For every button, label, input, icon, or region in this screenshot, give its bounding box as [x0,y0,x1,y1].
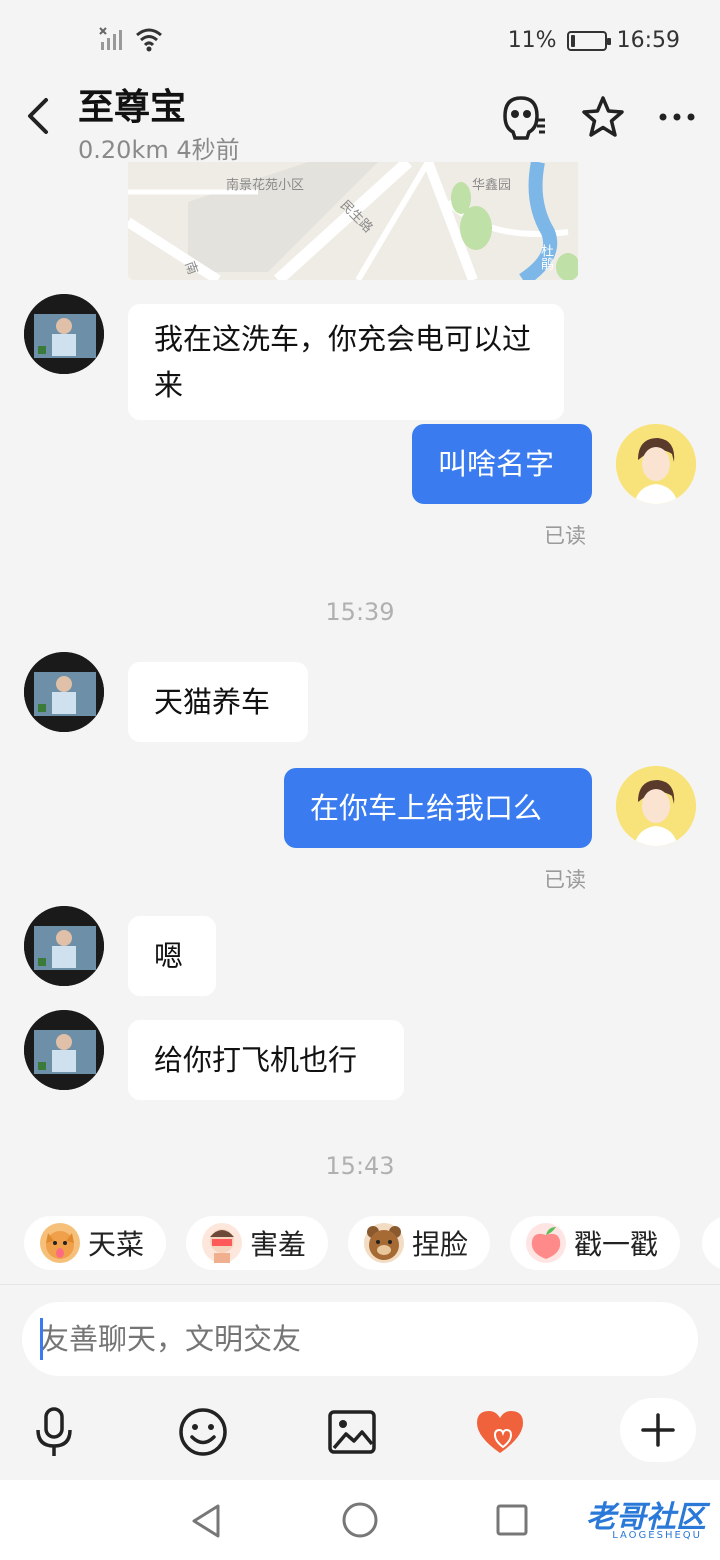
triangle-back-icon [192,1504,220,1538]
my-avatar-image [616,424,696,504]
clock: 16:59 [616,28,680,53]
signal-status [98,26,164,52]
nav-back-button[interactable] [188,1502,224,1544]
message-bubble-received[interactable]: 给你打飞机也行 [128,1020,404,1100]
microphone-icon [36,1407,72,1456]
favorite-button[interactable] [578,92,628,142]
quick-reply-label: 害羞 [250,1228,307,1261]
map-label: 华鑫园 [472,178,512,193]
nav-recents-button[interactable] [494,1502,530,1542]
ghost-button[interactable] [498,92,548,142]
voice-button[interactable] [26,1404,82,1460]
contact-avatar[interactable] [24,906,104,986]
status-right: 11% 16:59 [508,28,680,53]
peach-emoji-icon [526,1223,566,1263]
nav-home-button[interactable] [340,1500,380,1544]
back-button[interactable] [22,96,58,136]
quick-reply-label: 戳一戳 [574,1228,659,1261]
plus-icon [641,1413,675,1447]
message-bubble-received[interactable]: 天猫养车 [128,662,308,742]
message-bubble-sent[interactable]: 叫啥名字 [412,424,592,504]
quick-reply-nielian[interactable]: 捏脸 [348,1216,491,1270]
contact-avatar[interactable] [24,294,104,374]
location-map[interactable]: 南景花苑小区 华鑫园 民生路 杜鹃 南 [128,162,578,280]
timestamp: 15:43 [325,1152,395,1180]
contact-avatar[interactable] [24,652,104,732]
square-recents-icon [496,1504,528,1536]
quick-reply-haixiu[interactable]: 害羞 [186,1216,329,1270]
contact-avatar-image [24,906,104,986]
quick-reply-chuoyichuo[interactable]: 戳一戳 [510,1216,681,1270]
contact-avatar-image [24,652,104,732]
quick-reply-more[interactable] [702,1216,720,1270]
my-avatar[interactable] [616,424,696,504]
map-label: 杜鹃 [538,244,553,270]
quick-reply-tiancai[interactable]: 天菜 [24,1216,167,1270]
contact-avatar[interactable] [24,1010,104,1090]
watermark-subtext: LAOGESHEQU [612,1530,702,1541]
quick-reply-label: 天菜 [88,1228,145,1261]
message-bubble-received[interactable]: 嗯 [128,916,216,996]
my-avatar[interactable] [616,766,696,846]
emoji-button[interactable] [175,1404,231,1460]
smiley-icon [179,1408,227,1456]
quick-reply-label: 捏脸 [412,1228,469,1261]
contact-avatar-image [24,294,104,374]
more-button[interactable] [652,92,702,142]
wifi-icon [136,28,162,52]
more-dots-icon [659,113,695,121]
image-icon [328,1410,376,1454]
circle-home-icon [342,1502,378,1538]
message-input[interactable] [22,1302,698,1376]
contact-avatar-image [24,1010,104,1090]
double-heart-icon [477,1411,523,1453]
star-icon [582,96,624,137]
timestamp: 15:39 [325,598,395,626]
chat-subtitle: 0.20km 4秒前 [78,136,240,164]
chat-title: 至尊宝 [78,87,187,128]
read-status: 已读 [544,524,586,548]
dog-emoji-icon [40,1223,80,1263]
read-status: 已读 [544,868,586,892]
cellular-signal-icon [99,27,122,50]
message-bubble-received[interactable]: 我在这洗车，你充会电可以过来 [128,304,564,420]
battery-icon [566,30,611,51]
battery-level [570,34,575,47]
text-caret [40,1318,43,1360]
image-button[interactable] [324,1404,380,1460]
chevron-left-icon [28,98,48,134]
my-avatar-image [616,766,696,846]
bear-emoji-icon [364,1223,404,1263]
message-bubble-sent[interactable]: 在你车上给我口么 [284,768,592,848]
more-actions-button[interactable] [620,1398,696,1462]
shy-emoji-icon [202,1223,242,1263]
battery-percent: 11% [507,28,557,53]
ghost-icon [503,96,545,140]
heart-button[interactable] [472,1404,528,1460]
map-label: 南景花苑小区 [226,178,305,193]
